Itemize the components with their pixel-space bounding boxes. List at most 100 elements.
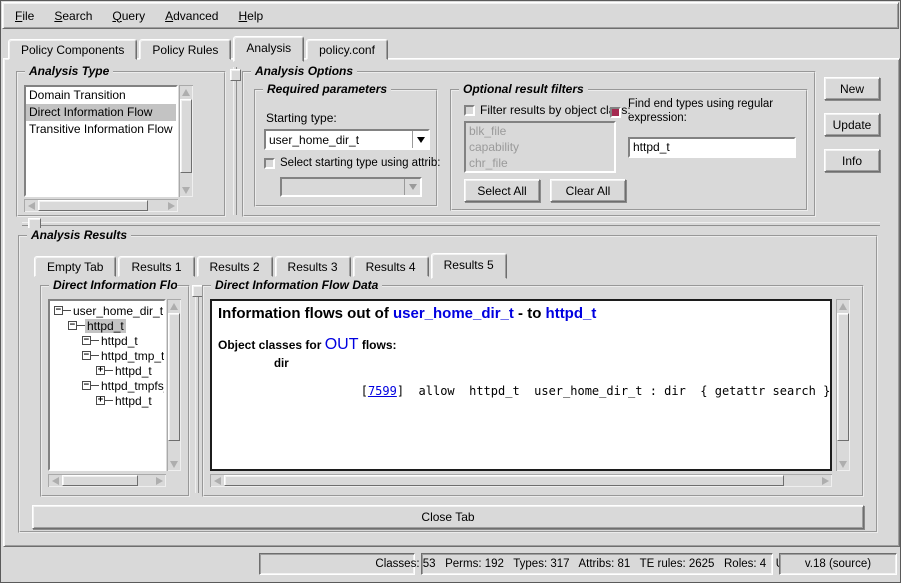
status-version: v.18 (source) <box>779 553 897 575</box>
scroll-up-icon[interactable] <box>839 303 847 310</box>
scroll-thumb[interactable] <box>62 475 138 486</box>
expand-toggle-icon[interactable]: + <box>96 396 105 405</box>
regex-input[interactable]: httpd_t <box>628 137 796 158</box>
scroll-left-icon[interactable] <box>214 477 221 485</box>
expand-toggle-icon[interactable]: + <box>96 366 105 375</box>
scroll-thumb[interactable] <box>38 200 148 211</box>
flow-tree[interactable]: − user_home_dir_t − httpd_t − <box>48 299 166 471</box>
scroll-down-icon[interactable] <box>182 187 190 194</box>
tree-node[interactable]: − httpd_t <box>50 318 164 333</box>
regex-checkbox-label: Find end types using regular expression: <box>628 97 798 125</box>
analysis-options-title: Analysis Options <box>251 64 357 78</box>
menu-item[interactable]: File <box>7 8 42 24</box>
scroll-left-icon[interactable] <box>28 202 35 210</box>
menu-bar: FileSearchQueryAdvancedHelp <box>2 2 899 29</box>
analysis-options-group: Analysis Options Required parameters Sta… <box>242 71 816 217</box>
info-button[interactable]: Info <box>824 149 880 172</box>
results-tab[interactable]: Results 1 <box>118 256 194 277</box>
tree-data-sash[interactable] <box>195 285 199 493</box>
results-tab[interactable]: Results 3 <box>275 256 351 277</box>
analysis-results-title: Analysis Results <box>27 228 131 242</box>
object-class-checkbox-label: Filter results by object class: <box>480 103 631 117</box>
starting-type-combobox[interactable]: user_home_dir_t <box>264 129 430 150</box>
expand-toggle-icon[interactable]: − <box>54 306 63 315</box>
analysis-type-item[interactable]: Domain Transition <box>26 87 176 104</box>
tree-node[interactable]: − httpd_t <box>50 333 164 348</box>
rule-id-link[interactable]: 7599 <box>368 384 397 398</box>
sash-handle[interactable] <box>230 69 241 81</box>
results-tab[interactable]: Results 4 <box>353 256 429 277</box>
regex-checkbox[interactable] <box>610 107 621 118</box>
update-button[interactable]: Update <box>824 113 880 136</box>
scroll-thumb[interactable] <box>180 99 192 173</box>
object-class-item: blk_file <box>466 123 614 139</box>
results-tab[interactable]: Results 5 <box>431 253 507 279</box>
analysis-type-item[interactable]: Direct Information Flow <box>26 104 176 121</box>
expand-toggle-icon[interactable]: − <box>82 381 91 390</box>
scroll-right-icon[interactable] <box>822 477 829 485</box>
scroll-right-icon[interactable] <box>156 477 163 485</box>
scroll-thumb[interactable] <box>837 313 849 441</box>
results-tab[interactable]: Empty Tab <box>34 256 116 277</box>
scroll-left-icon[interactable] <box>52 477 59 485</box>
tree-node[interactable]: − httpd_tmp_t <box>50 348 164 363</box>
scroll-up-icon[interactable] <box>170 303 178 310</box>
scroll-up-icon[interactable] <box>182 89 190 96</box>
attrib-combobox <box>280 177 422 197</box>
chevron-down-icon[interactable] <box>417 137 425 143</box>
analysis-type-vscrollbar[interactable] <box>179 85 193 197</box>
scroll-thumb[interactable] <box>224 475 784 486</box>
scroll-right-icon[interactable] <box>168 202 175 210</box>
object-class-item: capability <box>466 139 614 155</box>
object-class-checkbox[interactable] <box>464 105 475 116</box>
flow-data-textarea[interactable]: Information flows out of user_home_dir_t… <box>210 299 832 471</box>
chevron-down-icon <box>409 184 417 190</box>
clear-all-button[interactable]: Clear All <box>550 179 626 202</box>
menu-item[interactable]: Help <box>230 8 271 24</box>
analysis-type-title: Analysis Type <box>25 64 113 78</box>
main-tab[interactable]: Policy Components <box>8 39 137 60</box>
rule-line: [7599] allow httpd_t user_home_dir_t : d… <box>274 370 824 412</box>
tree-vscrollbar[interactable] <box>167 299 181 471</box>
required-parameters-group: Required parameters Starting type: user_… <box>254 89 438 207</box>
menu-item[interactable]: Search <box>46 8 100 24</box>
close-tab-button[interactable]: Close Tab <box>32 505 864 529</box>
starting-type-label: Starting type: <box>266 111 337 125</box>
flow-subheading: Object classes for OUT flows: <box>218 336 824 354</box>
analysis-type-listbox[interactable]: Domain TransitionDirect Information Flow… <box>24 85 178 197</box>
main-tab[interactable]: Policy Rules <box>139 39 231 60</box>
results-tab[interactable]: Results 2 <box>197 256 273 277</box>
expand-toggle-icon[interactable]: − <box>68 321 77 330</box>
tree-node[interactable]: + httpd_t <box>50 363 164 378</box>
expand-toggle-icon[interactable]: − <box>82 351 91 360</box>
tree-hscrollbar[interactable] <box>48 474 166 487</box>
expand-toggle-icon[interactable]: − <box>82 336 91 345</box>
main-tab[interactable]: policy.conf <box>306 39 388 60</box>
data-hscrollbar[interactable] <box>210 474 832 487</box>
attrib-checkbox[interactable] <box>264 158 275 169</box>
data-vscrollbar[interactable] <box>836 299 850 471</box>
options-sash[interactable] <box>233 67 237 215</box>
status-stats: Classes: 53 Perms: 192 Types: 317 Attrib… <box>421 553 773 575</box>
object-class-item: chr_file <box>466 155 614 171</box>
results-sash[interactable] <box>22 222 880 226</box>
optional-filters-group: Optional result filters Filter results b… <box>450 89 808 211</box>
scroll-down-icon[interactable] <box>839 461 847 468</box>
menu-item[interactable]: Advanced <box>157 8 226 24</box>
optional-filters-title: Optional result filters <box>459 82 588 96</box>
main-tab[interactable]: Analysis <box>233 36 304 62</box>
scroll-down-icon[interactable] <box>170 461 178 468</box>
app-window: FileSearchQueryAdvancedHelp Policy Compo… <box>0 0 901 583</box>
menu-item[interactable]: Query <box>104 8 153 24</box>
flow-tree-group: Direct Information Flow Tree − user_home… <box>40 285 190 497</box>
scroll-thumb[interactable] <box>168 313 180 441</box>
analysis-type-item[interactable]: Transitive Information Flow <box>26 121 176 138</box>
analysis-type-hscrollbar[interactable] <box>24 199 178 212</box>
select-all-button[interactable]: Select All <box>464 179 540 202</box>
object-class-name: dir <box>274 358 824 370</box>
tree-node[interactable]: − httpd_tmpfs_ <box>50 378 164 393</box>
attrib-checkbox-label: Select starting type using attrib: <box>280 157 440 169</box>
tree-node[interactable]: − user_home_dir_t <box>50 303 164 318</box>
tree-node[interactable]: + httpd_t <box>50 393 164 408</box>
new-button[interactable]: New <box>824 77 880 100</box>
